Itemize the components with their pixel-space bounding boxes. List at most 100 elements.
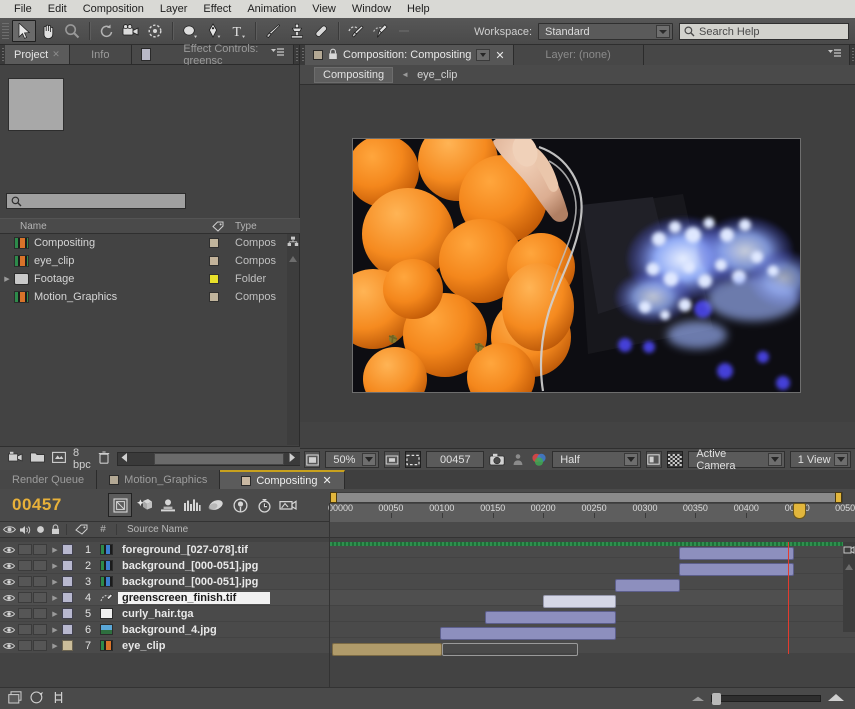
roto-brush-tool[interactable] xyxy=(344,20,368,42)
hand-tool[interactable] xyxy=(36,20,60,42)
layer-visibility-toggle[interactable] xyxy=(0,594,18,602)
close-icon[interactable]: ✕ xyxy=(495,49,504,62)
project-search-input[interactable] xyxy=(6,193,186,209)
show-snapshot-icon[interactable] xyxy=(510,451,526,468)
toolbar-grip[interactable] xyxy=(2,23,9,39)
tab-composition-compositing[interactable]: Composition: Compositing ✕ xyxy=(305,45,514,65)
hide-shy-layers-icon[interactable] xyxy=(156,493,180,517)
puppet-pin-tool[interactable] xyxy=(368,20,392,42)
menu-item-composition[interactable]: Composition xyxy=(75,2,152,16)
selection-tool[interactable] xyxy=(12,20,36,42)
delete-icon[interactable] xyxy=(98,450,110,467)
layer-solo-toggle[interactable] xyxy=(33,640,47,651)
layer-solo-toggle[interactable] xyxy=(33,560,47,571)
layer-bar-background-4[interactable] xyxy=(440,627,616,640)
channel-rgb-icon[interactable] xyxy=(531,451,547,468)
tab-empty[interactable] xyxy=(643,45,850,65)
column-source-name[interactable]: Source Name xyxy=(119,524,188,535)
label-swatch[interactable] xyxy=(62,624,73,635)
toggle-switches-modes-icon[interactable] xyxy=(8,690,22,707)
menu-item-view[interactable]: View xyxy=(304,2,344,16)
composition-canvas[interactable] xyxy=(352,138,801,393)
scroll-up-arrow[interactable] xyxy=(289,256,297,262)
panel-grip-right[interactable] xyxy=(850,45,855,65)
work-area-end-handle[interactable] xyxy=(835,492,842,503)
layer-name[interactable]: greenscreen_finish.tif xyxy=(118,591,270,604)
scroll-right-arrow[interactable] xyxy=(284,452,300,465)
menu-item-layer[interactable]: Layer xyxy=(152,2,196,16)
label-swatch[interactable] xyxy=(62,640,73,651)
graph-editor-icon[interactable] xyxy=(228,493,252,517)
layer-visibility-toggle[interactable] xyxy=(0,626,18,634)
label-swatch[interactable] xyxy=(62,576,73,587)
layer-bar-foreground[interactable] xyxy=(678,547,795,560)
composition-viewer[interactable] xyxy=(300,85,855,422)
always-preview-icon[interactable] xyxy=(304,451,321,468)
layer-bar-eye-clip-outpoint[interactable] xyxy=(441,643,578,656)
timeline-vertical-scrollbar[interactable] xyxy=(843,542,855,632)
work-area-bar[interactable] xyxy=(330,492,843,503)
disclosure-triangle[interactable]: ▶ xyxy=(48,626,62,634)
layer-audio-toggle[interactable] xyxy=(18,544,32,555)
timeline-track-area[interactable] xyxy=(330,542,843,656)
layer-name[interactable]: curly_hair.tga xyxy=(118,608,198,620)
layer-audio-toggle[interactable] xyxy=(18,624,32,635)
layer-bar-greenscreen[interactable] xyxy=(542,595,616,608)
frame-blending-icon[interactable] xyxy=(180,493,204,517)
eraser-tool[interactable] xyxy=(309,20,333,42)
interpret-footage-icon[interactable] xyxy=(52,451,66,467)
column-type[interactable]: Type xyxy=(230,221,300,232)
scroll-up-arrow[interactable] xyxy=(845,564,853,570)
playhead-handle[interactable] xyxy=(792,503,806,519)
layer-solo-toggle[interactable] xyxy=(33,576,47,587)
toggle-guides-icon[interactable] xyxy=(645,451,662,468)
clone-stamp-tool[interactable] xyxy=(285,20,309,42)
disclosure-triangle[interactable]: ▶ xyxy=(48,578,62,586)
panel-menu-icon[interactable] xyxy=(828,48,841,62)
layer-audio-toggle[interactable] xyxy=(18,640,32,651)
close-icon[interactable]: ✕ xyxy=(52,49,60,60)
disclosure-triangle[interactable]: ▶ xyxy=(48,642,62,650)
scroll-left-arrow[interactable] xyxy=(118,452,132,465)
motion-blur-icon[interactable] xyxy=(204,493,228,517)
search-help-input[interactable]: Search Help xyxy=(679,23,849,40)
shape-tool[interactable] xyxy=(178,20,202,42)
project-item-compositing[interactable]: Compositing Compos xyxy=(0,234,300,252)
tab-render-queue[interactable]: Render Queue xyxy=(0,470,98,489)
zoom-slider-knob[interactable] xyxy=(712,693,721,705)
label-swatch[interactable] xyxy=(62,608,73,619)
zoom-tool[interactable] xyxy=(60,20,84,42)
disclosure-triangle[interactable]: ▶ xyxy=(48,610,62,618)
new-folder-icon[interactable] xyxy=(30,451,45,466)
layer-solo-toggle[interactable] xyxy=(33,592,47,603)
overflow-tool[interactable] xyxy=(392,20,416,42)
layer-visibility-toggle[interactable] xyxy=(0,562,18,570)
project-vertical-scrollbar[interactable] xyxy=(287,234,299,445)
layer-name[interactable]: background_[000-051].jpg xyxy=(118,576,262,588)
tab-effect-controls[interactable]: Effect Controls: greensc xyxy=(131,43,294,67)
zoom-out-icon[interactable] xyxy=(691,693,705,705)
close-icon[interactable]: ✕ xyxy=(322,474,331,487)
rotation-tool[interactable] xyxy=(95,20,119,42)
menu-item-effect[interactable]: Effect xyxy=(195,2,239,16)
layer-bar-curly-hair[interactable] xyxy=(484,611,616,624)
layer-solo-toggle[interactable] xyxy=(33,624,47,635)
column-name[interactable]: Name xyxy=(0,221,205,232)
layer-visibility-toggle[interactable] xyxy=(0,642,18,650)
toggle-mask-icon[interactable] xyxy=(405,451,422,468)
label-swatch[interactable] xyxy=(209,274,219,284)
current-time-field[interactable]: 00457 xyxy=(426,451,485,468)
layer-bar-background-1[interactable] xyxy=(678,563,795,576)
zoom-in-icon[interactable] xyxy=(827,693,845,705)
project-horizontal-scrollbar[interactable] xyxy=(116,451,301,466)
tab-motion-graphics[interactable]: Motion_Graphics xyxy=(97,470,221,489)
camera-view-dropdown[interactable]: Active Camera xyxy=(688,448,785,472)
new-footage-icon[interactable] xyxy=(8,451,23,467)
menu-item-edit[interactable]: Edit xyxy=(40,2,75,16)
zoom-sl'ider[interactable] xyxy=(711,693,821,705)
layer-bar-background-2[interactable] xyxy=(614,579,681,592)
work-area-start-handle[interactable] xyxy=(330,492,337,503)
column-number[interactable]: # xyxy=(92,524,114,535)
layer-audio-toggle[interactable] xyxy=(18,560,32,571)
menu-item-animation[interactable]: Animation xyxy=(239,2,304,16)
